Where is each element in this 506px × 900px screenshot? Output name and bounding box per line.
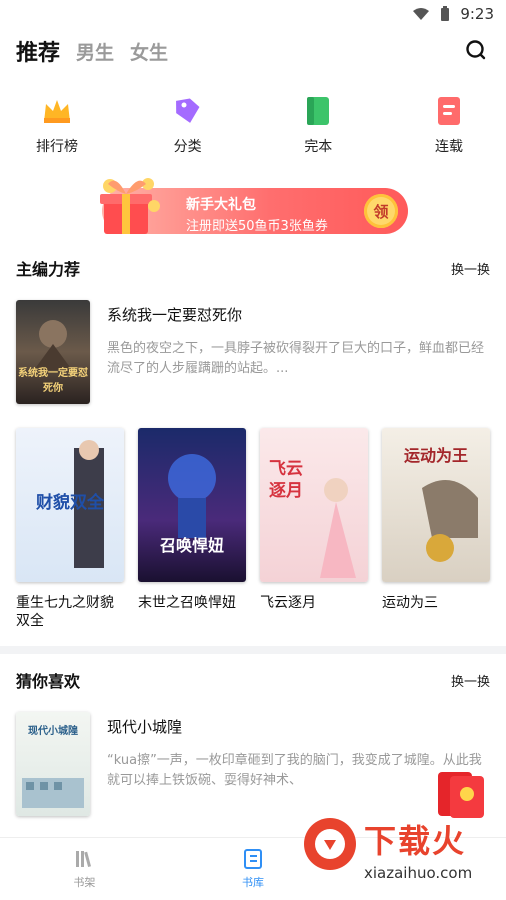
cover-title: 运动为王 (403, 446, 468, 465)
category-shortcuts: 排行榜 分类 完本 连载 (0, 90, 506, 156)
tab-male[interactable]: 男生 (76, 38, 114, 65)
book-grid: 财貌双全 重生七九之财貌双全 召唤悍妞 末世之召唤悍妞 飞云逐月 飞云逐月 运动… (16, 428, 490, 630)
book-cover[interactable]: 系统我一定要怼死你 (16, 300, 90, 404)
document-icon (428, 90, 470, 132)
section-header: 猜你喜欢 换一换 (16, 666, 490, 694)
section-divider (0, 646, 506, 654)
gift-box-icon (88, 170, 172, 242)
cover-title: 召唤悍妞 (159, 536, 224, 555)
guess-you-like-section: 猜你喜欢 换一换 现代小城隍 现代小城隍 “kua擦”一声，一枚印章砸到了我的脑… (0, 666, 506, 816)
bookshelf-icon (73, 848, 95, 870)
category-serializing[interactable]: 连载 (414, 90, 484, 156)
cover-title: 财貌双全 (36, 493, 104, 513)
featured-book[interactable]: 现代小城隍 现代小城隍 “kua擦”一声，一枚印章砸到了我的脑门，我变成了城隍。… (16, 712, 490, 816)
wifi-icon (412, 7, 430, 21)
editors-pick-section: 主编力荐 换一换 系统我一定要怼死你 系统我一定要怼死你 黑色的夜空之下，一具脖… (0, 254, 506, 630)
battery-icon (440, 6, 450, 22)
nav-label: 书库 (242, 876, 264, 889)
book-description: 黑色的夜空之下，一具脖子被砍得裂开了巨大的口子，鲜血都已经流尽了的人步履蹒跚的站… (107, 341, 485, 376)
book-cover[interactable]: 财貌双全 (16, 428, 124, 582)
category-label: 排行榜 (36, 139, 78, 155)
book-card[interactable]: 召唤悍妞 末世之召唤悍妞 (138, 428, 246, 630)
section-header: 主编力荐 换一换 (16, 254, 490, 282)
watermark-logo: 下载火 xiazaihuo.com (294, 810, 504, 890)
book-title[interactable]: 运动为三 (382, 594, 490, 612)
watermark-domain: xiazaihuo.com (364, 864, 473, 882)
book-description: “kua擦”一声，一枚印章砸到了我的脑门，我变成了城隍。从此我就可以捧上铁饭碗、… (107, 753, 482, 788)
status-bar: 9:23 (0, 0, 506, 28)
section-title: 主编力荐 (16, 260, 81, 279)
book-title[interactable]: 飞云逐月 (260, 594, 368, 612)
category-completed[interactable]: 完本 (283, 90, 353, 156)
tab-recommend[interactable]: 推荐 (16, 35, 60, 67)
tab-female[interactable]: 女生 (130, 38, 168, 65)
status-time: 9:23 (460, 5, 494, 23)
top-tabs: 推荐 男生 女生 (0, 28, 506, 74)
category-ranking[interactable]: 排行榜 (22, 90, 92, 156)
banner-title: 新手大礼包 (186, 197, 256, 213)
nav-bookshelf[interactable]: 书架 (0, 838, 169, 900)
cover-title: 飞云逐月 (269, 459, 303, 501)
book-cover[interactable]: 运动为王 (382, 428, 490, 582)
category-label: 分类 (173, 139, 202, 155)
featured-book[interactable]: 系统我一定要怼死你 系统我一定要怼死你 黑色的夜空之下，一具脖子被砍得裂开了巨大… (16, 300, 490, 404)
watermark-text: 下载火 (364, 822, 467, 860)
refresh-button[interactable]: 换一换 (451, 259, 490, 278)
library-icon (242, 848, 264, 870)
search-icon[interactable] (464, 38, 488, 62)
section-title: 猜你喜欢 (16, 672, 81, 691)
category-label: 完本 (304, 139, 333, 155)
book-card[interactable]: 飞云逐月 飞云逐月 (260, 428, 368, 630)
category-label: 连载 (434, 139, 463, 155)
newbie-gift-banner[interactable]: 新手大礼包 注册即送50鱼币3张鱼券 领 (88, 170, 418, 234)
book-cover[interactable]: 召唤悍妞 (138, 428, 246, 582)
book-title[interactable]: 现代小城隍 (107, 716, 490, 737)
tag-icon (167, 90, 209, 132)
claim-button[interactable]: 领 (364, 194, 398, 228)
book-title[interactable]: 末世之召唤悍妞 (138, 594, 246, 612)
book-cover[interactable]: 现代小城隍 (16, 712, 90, 816)
crown-icon (36, 90, 78, 132)
banner-subtitle: 注册即送50鱼币3张鱼券 (186, 219, 328, 234)
nav-label: 书架 (73, 876, 96, 889)
cover-title: 现代小城隍 (28, 726, 78, 737)
book-card[interactable]: 运动为王 运动为三 (382, 428, 490, 630)
book-title[interactable]: 系统我一定要怼死你 (107, 304, 490, 325)
refresh-button[interactable]: 换一换 (451, 671, 490, 690)
book-icon (297, 90, 339, 132)
book-cover[interactable]: 飞云逐月 (260, 428, 368, 582)
book-card[interactable]: 财貌双全 重生七九之财貌双全 (16, 428, 124, 630)
book-title[interactable]: 重生七九之财貌双全 (16, 594, 124, 630)
cover-title: 系统我一定要怼死你 (18, 368, 88, 394)
category-genres[interactable]: 分类 (153, 90, 223, 156)
